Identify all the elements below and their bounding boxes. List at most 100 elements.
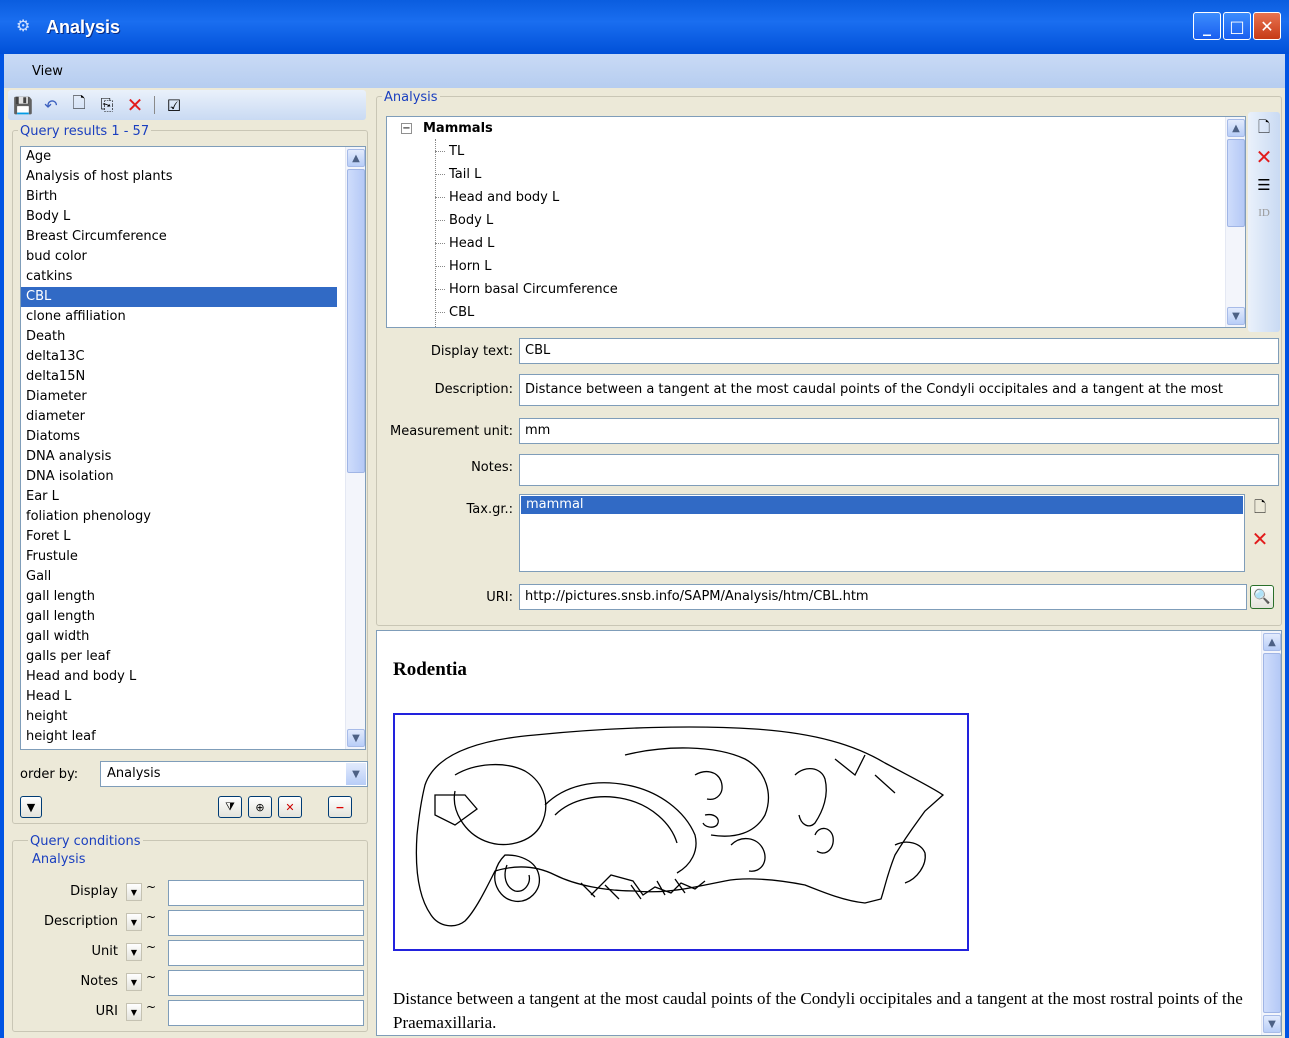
condition-label: Notes [80,974,118,989]
tree-node[interactable]: Horn basal Circumference [387,278,1245,301]
list-item[interactable]: catkins [21,267,337,287]
list-item[interactable]: delta15N [21,367,337,387]
expand-conditions-button[interactable]: ▼ [20,796,42,818]
operator-symbol: ~ [146,910,157,924]
operator-dropdown-icon[interactable]: ▼ [126,1003,142,1021]
operator-dropdown-icon[interactable]: ▼ [126,913,142,931]
tree-node[interactable]: Tail L [387,163,1245,186]
list-item[interactable]: galls per leaf [21,647,337,667]
delete-taxgr-icon[interactable]: ✕ [1250,527,1270,551]
scroll-down-icon[interactable]: ▼ [1263,1015,1281,1033]
new-analysis-icon[interactable]: 🗋 [1254,118,1274,140]
scroll-up-icon[interactable]: ▲ [1263,633,1281,651]
list-item[interactable]: Gall [21,567,337,587]
list-item[interactable]: gall length [21,607,337,627]
condition-input[interactable] [168,1000,364,1026]
condition-input[interactable] [168,940,364,966]
tree-node[interactable]: CBL [387,301,1245,324]
collapse-icon[interactable]: − [401,123,412,134]
list-item[interactable]: Birth [21,187,337,207]
title-bar[interactable]: ⚙ Analysis _ □ ✕ [0,0,1289,54]
minimize-button[interactable]: _ [1193,12,1221,40]
list-item[interactable]: diameter [21,407,337,427]
tree-scrollbar[interactable]: ▲ ▼ [1225,117,1245,327]
list-item[interactable]: Age [21,147,337,167]
save-icon[interactable]: 💾 [13,96,33,115]
taxgr-item[interactable]: mammal [521,496,1243,514]
scroll-up-icon[interactable]: ▲ [347,149,365,167]
tree-node[interactable]: Head and body L [387,186,1245,209]
tree-root[interactable]: − Mammals [387,117,1245,140]
list-item[interactable]: gall width [21,627,337,647]
list-item[interactable]: height leaf [21,727,337,747]
list-item[interactable]: Ear L [21,487,337,507]
display-text-field[interactable]: CBL [519,338,1279,364]
tree-node[interactable]: Head L [387,232,1245,255]
list-item[interactable]: gall length [21,587,337,607]
description-field[interactable]: Distance between a tangent at the most c… [519,374,1279,406]
tree-node[interactable]: Body L [387,209,1245,232]
condition-input[interactable] [168,970,364,996]
list-item[interactable]: DNA isolation [21,467,337,487]
maximize-button[interactable]: □ [1223,12,1251,40]
operator-dropdown-icon[interactable]: ▼ [126,973,142,991]
new-taxgr-icon[interactable]: 🗋 [1250,498,1270,520]
list-item[interactable]: clone affiliation [21,307,337,327]
list-item[interactable]: CBL [21,287,337,307]
order-by-value: Analysis [107,766,161,781]
taxgr-list[interactable]: mammal [519,494,1245,572]
checkbox-icon[interactable]: ☑ [165,96,183,115]
order-by-select[interactable]: Analysis ▼ [100,761,368,787]
delete-analysis-icon[interactable]: ✕ [1254,145,1274,169]
clear-filter-icon[interactable]: ✕ [278,796,302,818]
list-item[interactable]: Diatoms [21,427,337,447]
condition-input[interactable] [168,910,364,936]
details-icon[interactable]: ☰ [1254,174,1274,196]
close-button[interactable]: ✕ [1253,12,1281,40]
list-item[interactable]: Frustule [21,547,337,567]
list-item[interactable]: foliation phenology [21,507,337,527]
list-item[interactable]: Head and body L [21,667,337,687]
browse-uri-icon[interactable]: 🔍 [1250,585,1274,609]
add-filter-icon[interactable]: ⊕ [248,796,272,818]
list-item[interactable]: bud color [21,247,337,267]
scroll-thumb[interactable] [347,169,365,473]
list-item[interactable]: Body L [21,207,337,227]
list-item[interactable]: Breast Circumference [21,227,337,247]
uri-field[interactable]: http://pictures.snsb.info/SAPM/Analysis/… [519,584,1247,610]
tree-node[interactable]: TL [387,140,1245,163]
analysis-tree[interactable]: − Mammals TL Tail L Head and body L Body L Hea… [386,116,1246,328]
remove-icon[interactable]: − [328,796,352,818]
new-icon[interactable]: 🗋 [70,93,88,114]
tree-node[interactable]: Horn L [387,255,1245,278]
list-item[interactable]: Head L [21,687,337,707]
notes-field[interactable] [519,454,1279,486]
query-results-list[interactable]: Age Analysis of host plants Birth Body L Bre… [20,146,366,750]
scroll-thumb[interactable] [1263,653,1281,1013]
filter-icon[interactable]: ⧩ [218,796,242,818]
list-item[interactable]: Foret L [21,527,337,547]
list-item[interactable]: DNA analysis [21,447,337,467]
list-scrollbar[interactable]: ▲ ▼ [345,147,365,749]
list-item[interactable]: Diameter [21,387,337,407]
delete-icon[interactable]: ✕ [126,93,144,117]
operator-dropdown-icon[interactable]: ▼ [126,943,142,961]
chevron-down-icon[interactable]: ▼ [346,763,366,785]
menu-view[interactable]: View [32,64,63,79]
condition-input[interactable] [168,880,364,906]
id-icon[interactable]: ID [1254,202,1274,224]
scroll-down-icon[interactable]: ▼ [1227,307,1245,325]
scroll-down-icon[interactable]: ▼ [347,729,365,747]
undo-icon[interactable]: ↶ [42,96,60,115]
list-item[interactable]: delta13C [21,347,337,367]
list-item[interactable]: height [21,707,337,727]
list-item[interactable]: Death [21,327,337,347]
copy-icon[interactable]: ⎘ [98,95,116,114]
scroll-up-icon[interactable]: ▲ [1227,119,1245,137]
operator-dropdown-icon[interactable]: ▼ [126,883,142,901]
uri-label: URI: [486,590,513,605]
list-item[interactable]: Analysis of host plants [21,167,337,187]
scroll-thumb[interactable] [1227,139,1245,227]
viewer-scrollbar[interactable]: ▲ ▼ [1261,631,1281,1035]
measurement-unit-field[interactable]: mm [519,418,1279,444]
